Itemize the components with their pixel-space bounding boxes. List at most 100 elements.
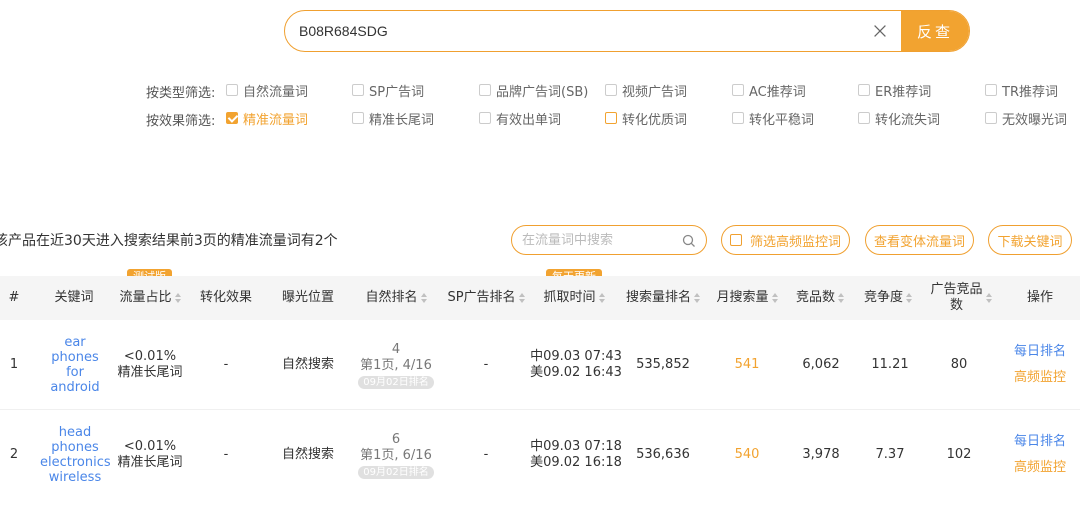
search-icon[interactable] <box>682 234 696 248</box>
sp-rank-cell: - <box>483 357 489 372</box>
filter-option-label: SP广告词 <box>369 84 425 100</box>
filter-er-recommend[interactable]: ER推荐词 <box>858 80 931 100</box>
header-natural-rank[interactable]: 自然排名 <box>356 276 436 320</box>
keyword-link[interactable]: head phones electronics wireless <box>40 425 111 485</box>
filter-precise-traffic[interactable]: 精准流量词 <box>226 108 308 128</box>
high-freq-monitor-link[interactable]: 高频监控 <box>1014 460 1066 476</box>
keyword-line: ear phones <box>51 335 99 365</box>
filter-video-ad[interactable]: 视频广告词 <box>605 80 687 100</box>
rank-number: 6 <box>391 431 401 447</box>
filter-option-label: 有效出单词 <box>496 112 562 128</box>
filter-conversion-loss[interactable]: 转化流失词 <box>858 108 940 128</box>
header-ad-products[interactable]: 广告竞品数 <box>924 276 998 320</box>
filter-precise-longtail[interactable]: 精准长尾词 <box>352 108 434 128</box>
keyword-type: 精准长尾词 <box>117 365 183 380</box>
checkbox[interactable] <box>479 84 491 96</box>
daily-rank-link[interactable]: 每日排名 <box>1014 434 1066 450</box>
actions-cell: 每日排名 高频监控 <box>1006 320 1074 410</box>
filter-conversion-stable[interactable]: 转化平稳词 <box>732 108 814 128</box>
view-variant-button[interactable]: 查看变体流量词 <box>865 225 974 255</box>
filter-option-label: AC推荐词 <box>749 84 806 100</box>
sort-icon[interactable] <box>838 293 844 303</box>
monthly-search-cell[interactable]: 541 <box>712 320 782 410</box>
rank-number: 4 <box>391 341 401 357</box>
sort-icon[interactable] <box>174 293 181 303</box>
filter-monitor-toggle[interactable]: 筛选高频监控词 <box>721 225 850 255</box>
filter-option-label: ER推荐词 <box>875 84 932 100</box>
filter-invalid-exposure[interactable]: 无效曝光词 <box>985 108 1067 128</box>
keyword-search-input[interactable] <box>522 226 682 254</box>
keyword-cell: head phones electronics wireless <box>38 410 112 500</box>
sort-icon[interactable] <box>518 293 525 303</box>
clear-icon[interactable] <box>871 22 889 40</box>
filter-conversion-quality[interactable]: 转化优质词 <box>605 108 687 128</box>
sort-icon[interactable] <box>985 293 992 303</box>
search-rank-cell: 535,852 <box>636 357 690 372</box>
header-label: # <box>8 290 20 305</box>
sort-icon[interactable] <box>694 293 700 303</box>
checkbox[interactable] <box>858 84 870 96</box>
sort-icon[interactable] <box>906 293 912 303</box>
table-row: 2 head phones electronics wireless <0.01… <box>0 410 1080 500</box>
header-traffic-share[interactable]: 流量占比 <box>112 276 188 320</box>
keyword-line: for android <box>50 365 100 395</box>
conversion-cell: - <box>223 447 229 462</box>
actions-cell: 每日排名 高频监控 <box>1006 410 1074 500</box>
reverse-search-button[interactable]: 反查 <box>901 11 969 51</box>
checkbox[interactable] <box>985 112 997 124</box>
asin-search-input[interactable] <box>299 11 859 51</box>
sp-rank-cell: - <box>483 447 489 462</box>
monthly-search-cell[interactable]: 540 <box>712 410 782 500</box>
type-filter-label: 按类型筛选: <box>146 86 216 101</box>
traffic-share-value: <0.01% <box>123 439 177 454</box>
exposure-cell: 自然搜索 <box>281 447 334 462</box>
checkbox[interactable] <box>605 112 617 124</box>
sort-icon[interactable] <box>420 293 427 303</box>
keyword-line: electronics <box>40 455 111 470</box>
checkbox[interactable] <box>605 84 617 96</box>
checkbox[interactable] <box>729 234 742 246</box>
checkbox[interactable] <box>226 84 238 96</box>
ad-products-cell: 102 <box>946 447 972 462</box>
header-label: 广告竞品 <box>930 282 983 297</box>
header-monthly-search[interactable]: 月搜索量 <box>712 276 782 320</box>
competition-cell: 7.37 <box>875 447 905 462</box>
filter-option-label: 精准长尾词 <box>369 112 435 128</box>
filter-tr-recommend[interactable]: TR推荐词 <box>985 80 1058 100</box>
checkbox[interactable] <box>858 112 870 124</box>
header-sp-rank[interactable]: SP广告排名 <box>442 276 530 320</box>
filter-option-label: 视频广告词 <box>622 84 688 100</box>
high-freq-monitor-link[interactable]: 高频监控 <box>1014 370 1066 386</box>
filter-sp-ad[interactable]: SP广告词 <box>352 80 424 100</box>
header-label: 关键词 <box>54 290 94 305</box>
filter-natural-traffic[interactable]: 自然流量词 <box>226 80 308 100</box>
time-us: 美09.02 16:18 <box>530 455 622 470</box>
header-search-rank[interactable]: 搜索量排名 <box>622 276 704 320</box>
sort-icon[interactable] <box>598 293 605 303</box>
checkbox[interactable] <box>732 112 744 124</box>
checkbox[interactable] <box>352 84 364 96</box>
ad-products-cell: 80 <box>950 357 968 372</box>
checkbox[interactable] <box>352 112 364 124</box>
header-actions: 操作 <box>1006 276 1074 320</box>
filter-valid-order[interactable]: 有效出单词 <box>479 108 561 128</box>
daily-rank-link[interactable]: 每日排名 <box>1014 344 1066 360</box>
header-conversion: 转化效果 <box>188 276 264 320</box>
time-cn: 中09.03 07:43 <box>530 349 622 364</box>
header-label: 竞争度 <box>863 290 903 305</box>
checkbox[interactable] <box>985 84 997 96</box>
conversion-cell: - <box>223 357 229 372</box>
header-product-count[interactable]: 竞品数 <box>790 276 850 320</box>
header-competition[interactable]: 竞争度 <box>858 276 918 320</box>
checkbox[interactable] <box>479 112 491 124</box>
keyword-link[interactable]: ear phones for android <box>40 335 110 395</box>
keyword-line: phones <box>51 440 99 455</box>
header-label: 竞品数 <box>795 290 835 305</box>
checkbox-checked[interactable] <box>226 112 238 124</box>
filter-brand-ad[interactable]: 品牌广告词(SB) <box>479 80 588 100</box>
header-fetch-time[interactable]: 抓取时间 <box>532 276 616 320</box>
sort-icon[interactable] <box>771 293 778 303</box>
filter-ac-recommend[interactable]: AC推荐词 <box>732 80 806 100</box>
checkbox[interactable] <box>732 84 744 96</box>
download-keywords-button[interactable]: 下载关键词 <box>988 225 1072 255</box>
